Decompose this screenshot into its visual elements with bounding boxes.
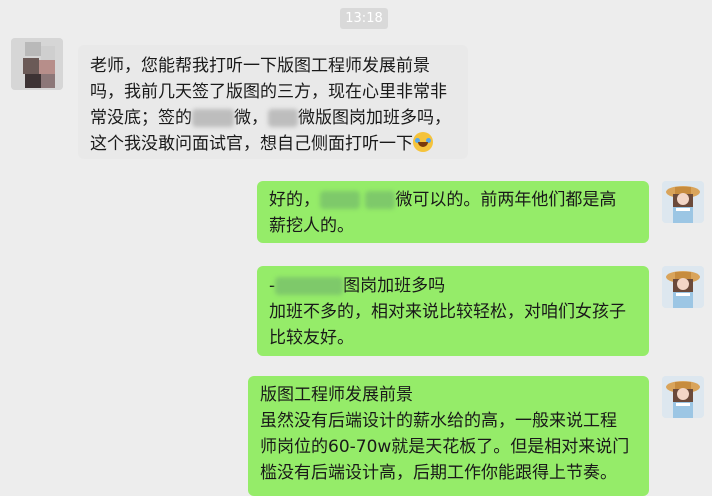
outgoing-message-bubble[interactable]: 好的， 微可以的。前两年他们都是高 薪挖人的。 <box>257 181 649 243</box>
message-line: 图岗加班多吗 <box>343 276 446 296</box>
message-line: 常没底；签的 <box>90 108 192 128</box>
message-line: 微， <box>234 108 268 128</box>
redacted-text <box>320 191 360 209</box>
message-line: 微版图岗加班多吗， <box>298 108 451 128</box>
outgoing-message-bubble[interactable]: 版图工程师发展前景 虽然没有后端设计的薪水给的高，一般来说工程 师岗位的60-7… <box>248 376 649 496</box>
incoming-message-bubble[interactable]: 老师，您能帮我打听一下版图工程师发展前景 吗，我前几天签了版图的三方，现在心里非… <box>78 45 468 159</box>
user-avatar[interactable] <box>662 266 704 308</box>
redacted-text <box>275 277 344 295</box>
message-line: 虽然没有后端设计的薪水给的高，一般来说工程 <box>260 411 617 431</box>
outgoing-message-bubble[interactable]: - 图岗加班多吗 加班不多的，相对来说比较轻松，对咱们女孩子 比较友好。 <box>257 266 649 356</box>
redacted-text <box>268 109 298 127</box>
user-avatar-image <box>662 266 704 308</box>
user-avatar-image <box>662 181 704 223</box>
contact-avatar[interactable] <box>11 38 63 90</box>
user-avatar[interactable] <box>662 376 704 418</box>
message-line: 槛没有后端设计高，后期工作你能跟得上节奏。 <box>260 463 617 483</box>
message-line: 好的， <box>269 190 320 210</box>
message-line: 师岗位的60-70w就是天花板了。但是相对来说门 <box>260 437 630 457</box>
message-line: 比较友好。 <box>269 328 354 348</box>
message-line: 版图工程师发展前景 <box>260 385 413 405</box>
redacted-text <box>365 191 396 209</box>
contact-avatar-image <box>11 38 63 90</box>
message-line: 薪挖人的。 <box>269 216 354 236</box>
message-line: 这个我没敢问面试官，想自己侧面打听一下 <box>90 134 413 154</box>
message-line: 老师，您能帮我打听一下版图工程师发展前景 <box>90 56 430 76</box>
user-avatar-image <box>662 376 704 418</box>
timestamp-chip: 13:18 <box>340 8 388 29</box>
redacted-text <box>192 109 234 127</box>
message-line: 吗，我前几天签了版图的三方，现在心里非常非 <box>90 82 447 102</box>
message-line: 微可以的。前两年他们都是高 <box>395 190 617 210</box>
user-avatar[interactable] <box>662 181 704 223</box>
message-line: 加班不多的，相对来说比较轻松，对咱们女孩子 <box>269 302 626 322</box>
laugh-with-tears-icon <box>413 132 433 152</box>
